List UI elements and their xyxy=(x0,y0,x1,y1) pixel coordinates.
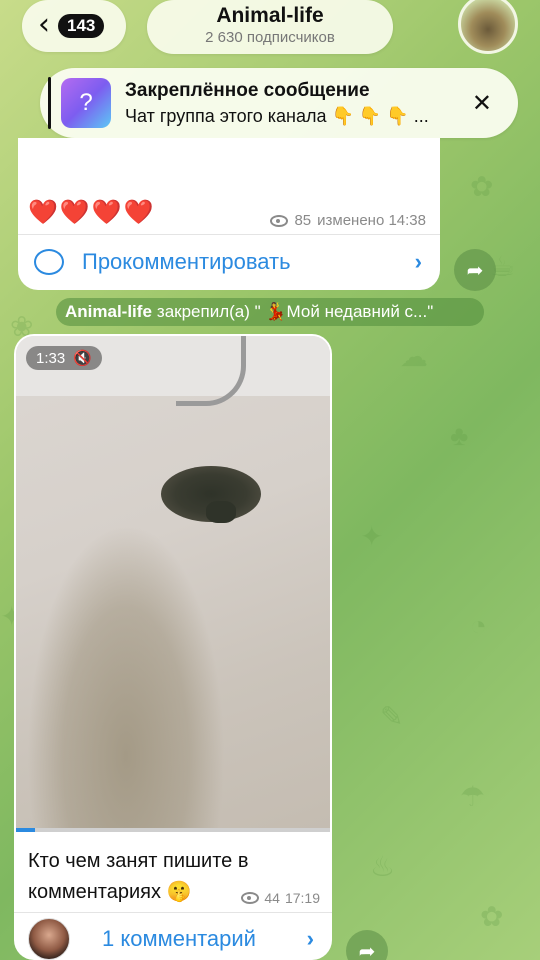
comment-label: Прокомментировать xyxy=(82,249,291,274)
video-progress[interactable] xyxy=(16,828,330,832)
eye-icon xyxy=(241,892,260,904)
chevron-left-icon: ‹ xyxy=(38,6,50,42)
comment-icon xyxy=(34,249,64,275)
pinned-indicator xyxy=(48,77,51,129)
divider xyxy=(18,234,440,235)
video-duration[interactable]: 1:33 🔇 xyxy=(26,346,102,370)
pinned-text: Чат группа этого канала 👇 👇 👇 ... xyxy=(125,105,429,126)
video-player[interactable]: 1:33 🔇 xyxy=(16,336,330,832)
mute-icon: 🔇 xyxy=(73,350,92,367)
comments-button[interactable]: 1 комментарий › xyxy=(28,918,314,960)
eye-icon xyxy=(270,214,289,227)
service-text: закрепил(а) " 💃Мой недавний с..." xyxy=(156,302,434,321)
back-button[interactable]: ‹ 143 xyxy=(22,0,126,52)
pinned-message-bar[interactable]: ? Закреплённое сообщение Чат группа этог… xyxy=(40,68,518,138)
view-count: 44 xyxy=(264,890,280,906)
comment-button[interactable]: Прокомментировать › xyxy=(34,242,422,282)
view-count: 85 xyxy=(294,212,312,229)
subscriber-count: 2 630 подписчиков xyxy=(205,29,335,46)
channel-title[interactable]: Animal-life 2 630 подписчиков xyxy=(147,0,393,54)
chevron-right-icon: › xyxy=(306,926,314,951)
video-progress-fill xyxy=(16,828,35,832)
close-icon[interactable]: ✕ xyxy=(472,89,492,117)
unread-count-badge: 143 xyxy=(58,14,105,38)
channel-name: Animal-life xyxy=(216,4,324,27)
video-message-bubble[interactable]: 1:33 🔇 Кто чем занят пишите в комментари… xyxy=(14,334,332,960)
edited-time: изменено 14:38 xyxy=(317,212,426,229)
message-time: 17:19 xyxy=(284,890,320,906)
message-bubble[interactable]: ❤️❤️❤️❤️ 85 изменено 14:38 Прокомментиро… xyxy=(18,138,440,290)
reactions[interactable]: ❤️❤️❤️❤️ xyxy=(28,198,156,227)
pinned-title: Закреплённое сообщение xyxy=(125,79,370,101)
pinned-thumbnail: ? xyxy=(61,78,111,128)
chevron-right-icon: › xyxy=(414,249,422,274)
message-meta: 85 изменено 14:38 xyxy=(270,212,426,229)
service-message[interactable]: Animal-life закрепил(а) " 💃Мой недавний … xyxy=(56,298,484,326)
video-frame-animal-head xyxy=(206,501,236,523)
commenter-avatar xyxy=(28,918,70,960)
service-actor: Animal-life xyxy=(65,302,152,321)
comments-label: 1 комментарий xyxy=(102,926,256,951)
video-time: 1:33 xyxy=(36,349,66,367)
divider xyxy=(14,912,332,913)
message-meta: 44 17:19 xyxy=(241,890,320,906)
share-icon[interactable]: ➦ xyxy=(454,249,496,291)
